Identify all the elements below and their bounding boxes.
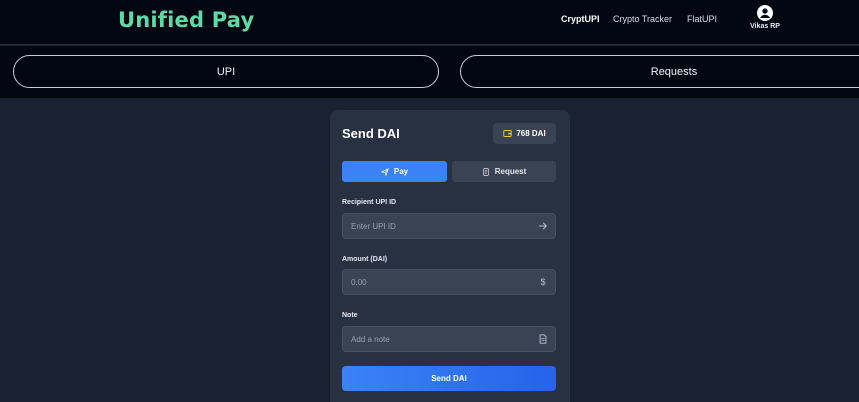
nav-link-crypto-tracker[interactable]: Crypto Tracker xyxy=(613,14,672,24)
amount-label: Amount (DAI) xyxy=(342,256,388,263)
brand-logo[interactable]: Unified Pay xyxy=(118,8,254,32)
send-dai-card: Send DAI 768 DAI Pay Request Recipient U… xyxy=(330,110,570,402)
dollar-icon: $ xyxy=(540,277,546,287)
top-navbar: Unified Pay CryptUPI Crypto Tracker Flat… xyxy=(0,0,859,45)
card-title: Send DAI xyxy=(342,126,400,141)
user-circle-icon xyxy=(757,5,773,21)
wallet-icon xyxy=(503,130,513,137)
tab-upi-label: UPI xyxy=(216,65,236,78)
tab-requests[interactable]: Requests xyxy=(460,55,859,88)
tab-requests-label: Requests xyxy=(650,65,698,78)
pay-toggle-button[interactable]: Pay xyxy=(342,161,447,182)
tab-upi[interactable]: UPI xyxy=(13,55,439,88)
document-icon xyxy=(538,334,548,344)
request-toggle-button[interactable]: Request xyxy=(452,161,556,182)
request-label: Request xyxy=(494,167,527,176)
balance-amount: 768 DAI xyxy=(516,129,546,138)
pay-label: Pay xyxy=(393,167,409,176)
user-name: Vikas RP xyxy=(750,23,780,30)
nav-link-cryptupi[interactable]: CryptUPI xyxy=(561,14,600,24)
section-tabs: UPI Requests xyxy=(0,46,859,98)
recipient-upi-input[interactable] xyxy=(343,214,555,238)
note-field xyxy=(342,326,556,352)
receipt-icon xyxy=(483,167,489,176)
arrow-right-icon[interactable] xyxy=(538,221,548,231)
note-input[interactable] xyxy=(343,327,555,351)
user-menu[interactable]: Vikas RP xyxy=(748,5,782,30)
send-icon xyxy=(381,167,389,176)
balance-badge: 768 DAI xyxy=(493,123,556,144)
amount-input[interactable] xyxy=(343,270,555,294)
recipient-field xyxy=(342,213,556,239)
nav-link-flatupi[interactable]: FlatUPI xyxy=(687,14,717,24)
recipient-label: Recipient UPI ID xyxy=(342,199,397,206)
send-dai-button[interactable]: Send DAI xyxy=(342,366,556,391)
note-label: Note xyxy=(342,312,358,319)
amount-field: $ xyxy=(342,269,556,295)
